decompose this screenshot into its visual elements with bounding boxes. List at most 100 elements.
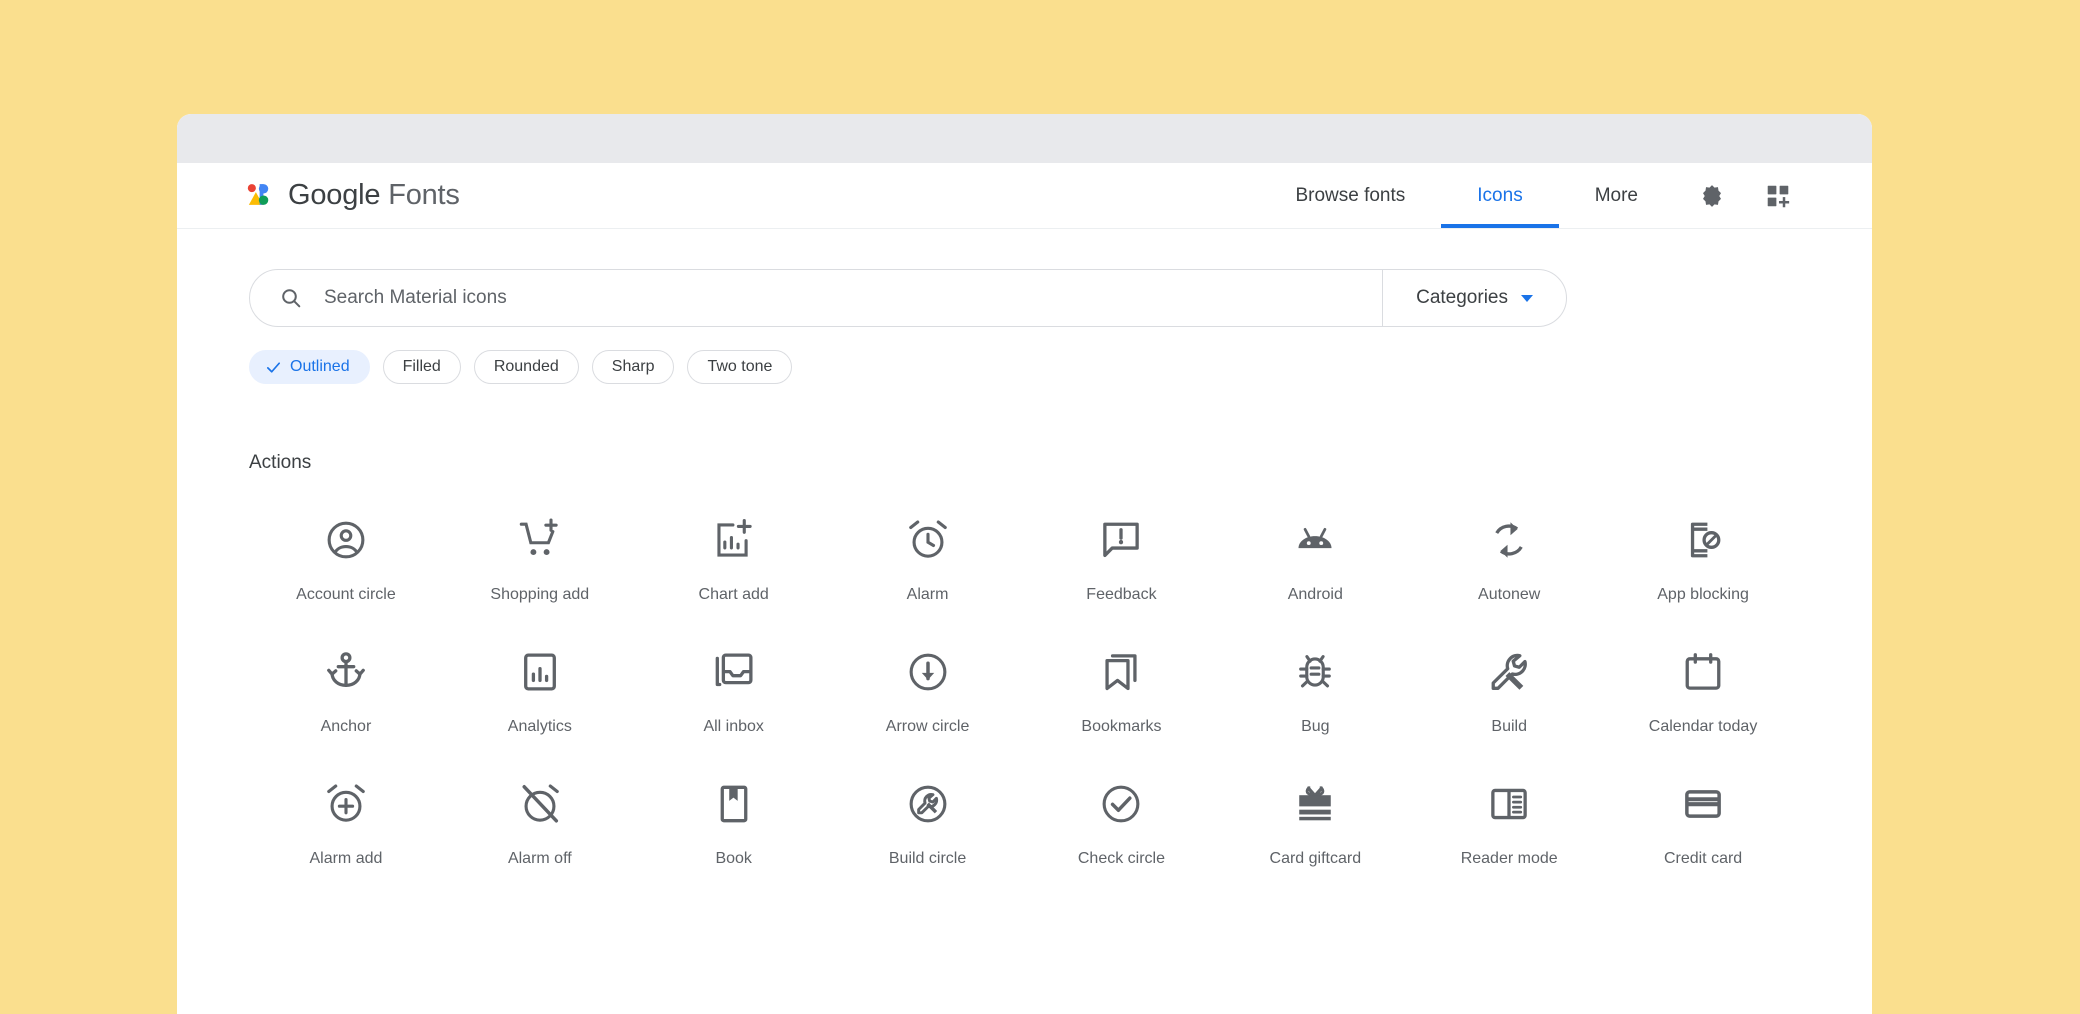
icon-cell-credit-card[interactable]: Credit card	[1606, 780, 1800, 868]
icon-label: Anchor	[321, 718, 372, 736]
icon-label: Credit card	[1664, 850, 1742, 868]
icon-label: Alarm	[907, 586, 949, 604]
icon-cell-bookmarks[interactable]: Bookmarks	[1025, 648, 1219, 736]
main-content: Categories Outlined Filled Rounded Sharp…	[177, 269, 1872, 868]
icon-cell-android[interactable]: Android	[1218, 516, 1412, 604]
dark-mode-toggle[interactable]	[1684, 168, 1740, 224]
search-input[interactable]	[324, 287, 1382, 309]
chip-rounded[interactable]: Rounded	[474, 350, 579, 384]
icon-cell-build-circle[interactable]: Build circle	[831, 780, 1025, 868]
alarm-add-icon	[322, 780, 370, 828]
icon-cell-check-circle[interactable]: Check circle	[1025, 780, 1219, 868]
chrome-reader-mode-icon	[1485, 780, 1533, 828]
android-icon	[1291, 516, 1339, 564]
chip-label: Sharp	[612, 358, 655, 376]
icon-cell-alarm[interactable]: Alarm	[831, 516, 1025, 604]
nav-browse-fonts[interactable]: Browse fonts	[1259, 163, 1441, 228]
icon-cell-arrow-circle[interactable]: Arrow circle	[831, 648, 1025, 736]
analytics-icon	[516, 648, 564, 696]
chip-filled[interactable]: Filled	[383, 350, 461, 384]
chip-label: Two tone	[707, 358, 772, 376]
nav-more[interactable]: More	[1559, 163, 1674, 228]
google-fonts-logo-icon	[245, 181, 275, 211]
check-circle-icon	[1097, 780, 1145, 828]
book-icon	[710, 780, 758, 828]
brand-title: Google Fonts	[288, 179, 460, 212]
icon-label: Bookmarks	[1081, 718, 1161, 736]
icon-label: Arrow circle	[886, 718, 970, 736]
icon-cell-alarm-off[interactable]: Alarm off	[443, 780, 637, 868]
icon-label: Book	[715, 850, 751, 868]
google-fonts-logo-link[interactable]: Google Fonts	[245, 179, 460, 212]
icon-cell-analytics[interactable]: Analytics	[443, 648, 637, 736]
icon-label: All inbox	[703, 718, 763, 736]
icon-cell-app-blocking[interactable]: App blocking	[1606, 516, 1800, 604]
feedback-icon	[1097, 516, 1145, 564]
icon-cell-build[interactable]: Build	[1412, 648, 1606, 736]
chevron-down-icon	[1521, 295, 1533, 302]
icon-label: Chart add	[699, 586, 769, 604]
icon-label: Reader mode	[1461, 850, 1558, 868]
icon-label: Android	[1288, 586, 1343, 604]
icon-label: App blocking	[1657, 586, 1749, 604]
brand-light: Fonts	[388, 179, 460, 211]
add-chart-icon	[710, 516, 758, 564]
icon-cell-chart-add[interactable]: Chart add	[637, 516, 831, 604]
section-heading-actions: Actions	[249, 452, 1800, 474]
app-blocking-icon	[1679, 516, 1727, 564]
search-row: Categories	[249, 269, 1567, 327]
browser-window: Google Fonts Browse fonts Icons More	[177, 114, 1872, 1014]
site-header: Google Fonts Browse fonts Icons More	[177, 163, 1872, 229]
icon-cell-alarm-add[interactable]: Alarm add	[249, 780, 443, 868]
icon-label: Alarm off	[508, 850, 572, 868]
icon-cell-all-inbox[interactable]: All inbox	[637, 648, 831, 736]
icon-label: Build	[1491, 718, 1527, 736]
browser-chrome-bar	[177, 114, 1872, 163]
categories-dropdown[interactable]: Categories	[1383, 270, 1566, 326]
alarm-icon	[904, 516, 952, 564]
icon-label: Build circle	[889, 850, 966, 868]
bug-report-icon	[1291, 648, 1339, 696]
account-circle-icon	[322, 516, 370, 564]
credit-card-icon	[1679, 780, 1727, 828]
autorenew-icon	[1485, 516, 1533, 564]
search-icon	[279, 286, 303, 310]
calendar-today-icon	[1679, 648, 1727, 696]
search-box[interactable]	[250, 270, 1383, 326]
icon-cell-feedback[interactable]: Feedback	[1025, 516, 1219, 604]
icon-cell-book[interactable]: Book	[637, 780, 831, 868]
categories-label: Categories	[1416, 287, 1508, 309]
add-to-collection-button[interactable]	[1750, 168, 1806, 224]
icon-label: Feedback	[1086, 586, 1156, 604]
icon-cell-bug[interactable]: Bug	[1218, 648, 1412, 736]
dark-mode-icon	[1699, 183, 1725, 209]
add-shopping-cart-icon	[516, 516, 564, 564]
icon-label: Bug	[1301, 718, 1329, 736]
icon-label: Shopping add	[490, 586, 589, 604]
arrow-circle-down-icon	[904, 648, 952, 696]
icon-label: Check circle	[1078, 850, 1165, 868]
check-icon	[265, 359, 282, 376]
alarm-off-icon	[516, 780, 564, 828]
icon-grid: Account circle Shopping add	[249, 516, 1800, 868]
chip-sharp[interactable]: Sharp	[592, 350, 675, 384]
icon-cell-autonew[interactable]: Autonew	[1412, 516, 1606, 604]
chip-label: Filled	[403, 358, 441, 376]
icon-cell-shopping-add[interactable]: Shopping add	[443, 516, 637, 604]
icon-cell-calendar-today[interactable]: Calendar today	[1606, 648, 1800, 736]
icon-label: Alarm add	[309, 850, 382, 868]
all-inbox-icon	[710, 648, 758, 696]
icon-cell-card-giftcard[interactable]: Card giftcard	[1218, 780, 1412, 868]
icon-cell-account-circle[interactable]: Account circle	[249, 516, 443, 604]
icon-cell-reader-mode[interactable]: Reader mode	[1412, 780, 1606, 868]
primary-navigation: Browse fonts Icons More	[1259, 163, 1806, 228]
nav-icons[interactable]: Icons	[1441, 163, 1558, 228]
style-filter-chips: Outlined Filled Rounded Sharp Two tone	[249, 350, 1800, 384]
chip-outlined[interactable]: Outlined	[249, 350, 370, 384]
icon-cell-anchor[interactable]: Anchor	[249, 648, 443, 736]
build-circle-icon	[904, 780, 952, 828]
anchor-icon	[322, 648, 370, 696]
chip-two-tone[interactable]: Two tone	[687, 350, 792, 384]
icon-label: Account circle	[296, 586, 396, 604]
icon-label: Analytics	[508, 718, 572, 736]
